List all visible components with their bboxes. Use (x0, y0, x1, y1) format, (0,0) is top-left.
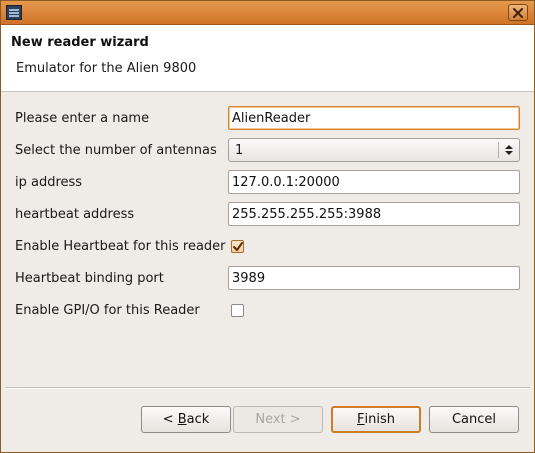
ip-label: ip address (15, 175, 83, 190)
name-input[interactable] (228, 106, 520, 130)
wizard-window: New reader wizard Emulator for the Alien… (0, 0, 535, 453)
enable-gpio-label: Enable GPI/O for this Reader (15, 303, 200, 318)
combo-divider (498, 142, 499, 158)
heartbeat-address-label: heartbeat address (15, 207, 135, 222)
enable-heartbeat-checkbox[interactable] (231, 240, 244, 253)
heartbeat-port-label: Heartbeat binding port (15, 271, 164, 286)
spin-arrows-icon (505, 145, 513, 155)
wizard-header: New reader wizard Emulator for the Alien… (1, 25, 534, 92)
heartbeat-address-input[interactable] (228, 202, 520, 226)
finish-button[interactable]: Finish (331, 406, 421, 433)
antennas-label: Select the number of antennas (15, 143, 217, 158)
finish-button-rest: inish (364, 412, 395, 427)
next-button-label: Next > (255, 412, 301, 427)
enable-heartbeat-label: Enable Heartbeat for this reader (15, 239, 226, 254)
title-bar[interactable] (1, 1, 534, 25)
page-subtitle: Emulator for the Alien 9800 (16, 61, 197, 76)
name-label: Please enter a name (15, 111, 150, 126)
back-button-rest: ack (186, 412, 210, 427)
finish-button-mnemonic: F (357, 412, 365, 427)
antennas-select[interactable]: 1 (228, 138, 520, 162)
back-button-prefix: < (162, 412, 178, 427)
cancel-button[interactable]: Cancel (429, 406, 519, 433)
button-bar-separator (5, 387, 530, 389)
back-button[interactable]: < Back (141, 406, 231, 433)
next-button[interactable]: Next > (233, 406, 323, 433)
enable-gpio-checkbox[interactable] (231, 304, 244, 317)
page-title: New reader wizard (11, 35, 149, 50)
reader-app-icon (6, 5, 22, 20)
close-button[interactable] (508, 4, 528, 21)
back-button-mnemonic: B (177, 412, 187, 427)
heartbeat-port-input[interactable] (228, 266, 520, 290)
checkmark-icon (233, 242, 243, 251)
ip-address-input[interactable] (228, 170, 520, 194)
close-icon (513, 7, 523, 18)
cancel-button-label: Cancel (451, 412, 497, 427)
antennas-selected-value: 1 (235, 143, 244, 158)
